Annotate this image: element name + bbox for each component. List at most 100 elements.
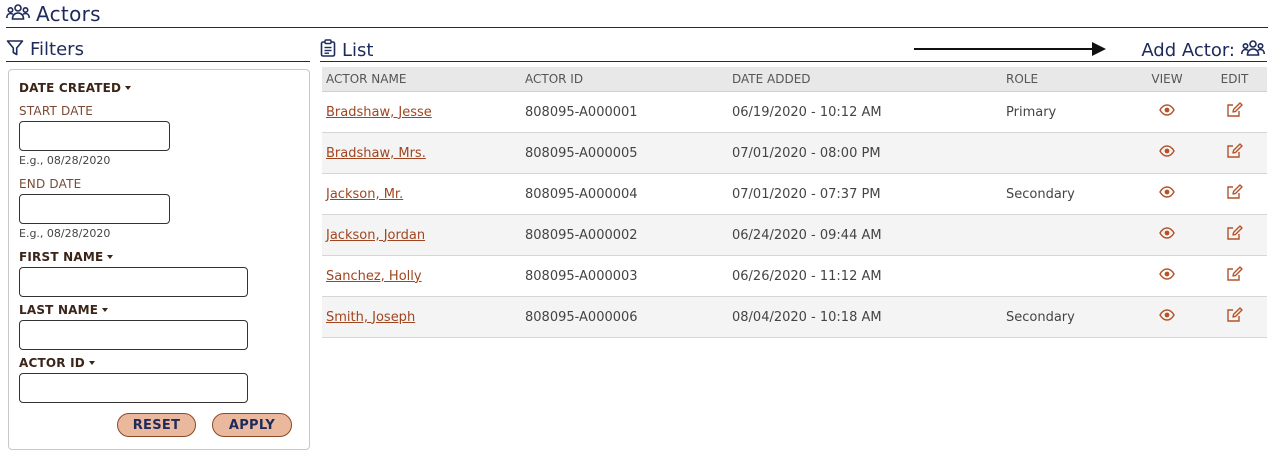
- edit-icon[interactable]: [1226, 307, 1243, 323]
- column-header-actor-id[interactable]: ACTOR ID: [521, 72, 728, 86]
- actor-name-link[interactable]: Bradshaw, Jesse: [326, 105, 432, 120]
- table-row: Bradshaw, Jesse 808095-A000001 06/19/202…: [322, 92, 1267, 133]
- actor-id-label: ACTOR ID: [19, 356, 85, 370]
- view-cell: [1132, 268, 1202, 284]
- actors-table: ACTOR NAME ACTOR ID DATE ADDED ROLE VIEW…: [322, 67, 1267, 338]
- people-icon: [6, 3, 30, 25]
- caret-down-icon: [102, 308, 109, 312]
- eye-icon[interactable]: [1159, 268, 1175, 280]
- date-created-label: DATE CREATED: [19, 81, 122, 95]
- date-created-filter-toggle[interactable]: DATE CREATED: [19, 81, 132, 95]
- actor-id-cell: 808095-A000001: [525, 104, 638, 120]
- date-added-cell: 07/01/2020 - 08:00 PM: [732, 145, 881, 161]
- actor-id-cell: 808095-A000005: [525, 145, 638, 161]
- column-header-date-added[interactable]: DATE ADDED: [728, 72, 1002, 86]
- edit-cell: [1202, 266, 1267, 286]
- list-title: List: [342, 39, 374, 61]
- actor-id-input[interactable]: [19, 373, 248, 403]
- edit-icon[interactable]: [1226, 102, 1243, 118]
- actor-name-link[interactable]: Jackson, Mr.: [326, 187, 403, 202]
- list-header: List Add Actor:: [320, 38, 1267, 62]
- date-added-cell: 07/01/2020 - 07:37 PM: [732, 186, 881, 202]
- first-name-label: FIRST NAME: [19, 250, 104, 264]
- end-date-hint: E.g., 08/28/2020: [19, 227, 111, 240]
- date-added-cell: 06/26/2020 - 11:12 AM: [732, 268, 882, 284]
- edit-cell: [1202, 225, 1267, 245]
- actor-name-cell: Sanchez, Holly: [322, 269, 521, 284]
- caret-down-icon: [107, 255, 114, 259]
- eye-icon[interactable]: [1159, 227, 1175, 239]
- filters-title: Filters: [30, 39, 84, 60]
- actor-id-filter-toggle[interactable]: ACTOR ID: [19, 356, 95, 370]
- actor-name-cell: Smith, Joseph: [322, 310, 521, 325]
- view-cell: [1132, 227, 1202, 243]
- column-header-role[interactable]: ROLE: [1002, 72, 1132, 86]
- actor-name-link[interactable]: Jackson, Jordan: [326, 228, 425, 243]
- table-row: Jackson, Mr. 808095-A000004 07/01/2020 -…: [322, 174, 1267, 215]
- add-actor-label: Add Actor:: [1141, 39, 1235, 61]
- view-cell: [1132, 104, 1202, 120]
- actor-id-cell: 808095-A000004: [525, 186, 638, 202]
- column-header-view: VIEW: [1151, 72, 1183, 86]
- actor-id-cell: 808095-A000003: [525, 268, 638, 284]
- edit-cell: [1202, 184, 1267, 204]
- role-cell: Secondary: [1006, 309, 1075, 325]
- edit-cell: [1202, 102, 1267, 122]
- column-header-actor-name[interactable]: ACTOR NAME: [322, 72, 521, 86]
- page-header: Actors: [6, 0, 1268, 28]
- eye-icon[interactable]: [1159, 186, 1175, 198]
- eye-icon[interactable]: [1159, 145, 1175, 157]
- table-body: Bradshaw, Jesse 808095-A000001 06/19/202…: [322, 92, 1267, 338]
- people-icon: [1241, 39, 1265, 61]
- table-row: Smith, Joseph 808095-A000006 08/04/2020 …: [322, 297, 1267, 338]
- list-title-group: List: [320, 38, 373, 62]
- caret-down-icon: [125, 86, 132, 90]
- actor-id-cell: 808095-A000002: [525, 227, 638, 243]
- edit-icon[interactable]: [1226, 266, 1243, 282]
- date-added-cell: 06/24/2020 - 09:44 AM: [732, 227, 882, 243]
- actor-name-cell: Bradshaw, Jesse: [322, 105, 521, 120]
- eye-icon[interactable]: [1159, 309, 1175, 321]
- filters-panel: DATE CREATED START DATE E.g., 08/28/2020…: [8, 69, 310, 450]
- edit-cell: [1202, 307, 1267, 327]
- table-row: Jackson, Jordan 808095-A000002 06/24/202…: [322, 215, 1267, 256]
- page-title: Actors: [36, 1, 101, 26]
- actor-name-cell: Jackson, Mr.: [322, 187, 521, 202]
- first-name-filter-toggle[interactable]: FIRST NAME: [19, 250, 114, 264]
- date-added-cell: 08/04/2020 - 10:18 AM: [732, 309, 882, 325]
- view-cell: [1132, 309, 1202, 325]
- edit-icon[interactable]: [1226, 184, 1243, 200]
- view-cell: [1132, 145, 1202, 161]
- arrow-right-icon: [914, 42, 1106, 56]
- add-actor-button[interactable]: Add Actor:: [1141, 38, 1265, 62]
- filter-icon: [6, 39, 24, 61]
- actor-name-link[interactable]: Smith, Joseph: [326, 310, 415, 325]
- start-date-input[interactable]: [19, 121, 170, 151]
- reset-button[interactable]: RESET: [117, 413, 196, 437]
- column-header-edit: EDIT: [1220, 72, 1249, 86]
- end-date-label: END DATE: [19, 177, 82, 191]
- clipboard-icon: [320, 39, 336, 61]
- table-header-row: ACTOR NAME ACTOR ID DATE ADDED ROLE VIEW…: [322, 67, 1267, 92]
- first-name-input[interactable]: [19, 267, 248, 297]
- end-date-input[interactable]: [19, 194, 170, 224]
- edit-cell: [1202, 143, 1267, 163]
- table-row: Bradshaw, Mrs. 808095-A000005 07/01/2020…: [322, 133, 1267, 174]
- last-name-filter-toggle[interactable]: LAST NAME: [19, 303, 109, 317]
- view-cell: [1132, 186, 1202, 202]
- start-date-hint: E.g., 08/28/2020: [19, 154, 111, 167]
- edit-icon[interactable]: [1226, 143, 1243, 159]
- last-name-label: LAST NAME: [19, 303, 99, 317]
- start-date-label: START DATE: [19, 104, 94, 118]
- role-cell: Secondary: [1006, 186, 1075, 202]
- eye-icon[interactable]: [1159, 104, 1175, 116]
- date-added-cell: 06/19/2020 - 10:12 AM: [732, 104, 882, 120]
- role-cell: Primary: [1006, 104, 1057, 120]
- edit-icon[interactable]: [1226, 225, 1243, 241]
- actor-name-link[interactable]: Bradshaw, Mrs.: [326, 146, 426, 161]
- actor-name-cell: Jackson, Jordan: [322, 228, 521, 243]
- caret-down-icon: [88, 361, 95, 365]
- apply-button[interactable]: APPLY: [212, 413, 292, 437]
- last-name-input[interactable]: [19, 320, 248, 350]
- actor-name-link[interactable]: Sanchez, Holly: [326, 269, 422, 284]
